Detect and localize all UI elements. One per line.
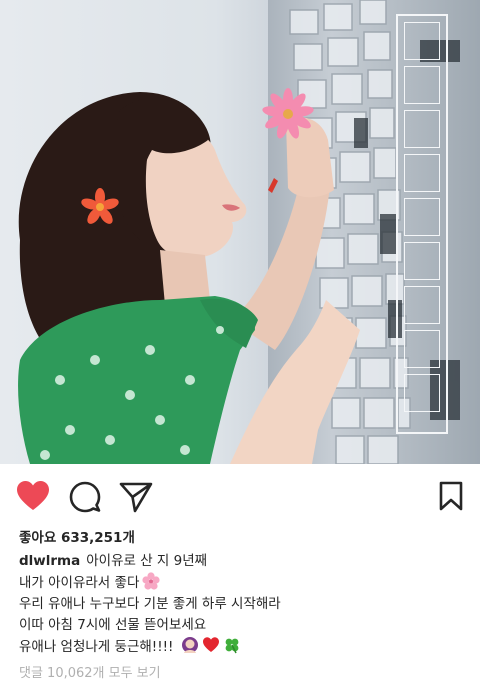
- caption-text: 아이유로 산 지 9년째: [86, 553, 208, 569]
- caption-line-3: 우리 유애나 누구보다 기분 좋게 하루 시작해라: [19, 596, 281, 612]
- red-heart-icon: [202, 637, 219, 652]
- person-emoji-icon: [181, 637, 198, 653]
- likes-count[interactable]: 좋아요 633,251개: [19, 526, 135, 546]
- caption-line-2: 내가 아이유라서 좋다: [19, 572, 469, 594]
- heart-filled-icon[interactable]: [16, 480, 50, 512]
- bookmark-icon[interactable]: [439, 481, 463, 511]
- comment-bubble-icon[interactable]: [69, 481, 101, 513]
- film-strip-frame: [396, 14, 448, 434]
- username-link[interactable]: dlwlrma: [19, 553, 80, 569]
- caption-text: 유애나 엄청나게 둥근해!!!!: [19, 639, 174, 655]
- caption-line-1: dlwlrma 아이유로 산 지 9년째: [19, 551, 469, 572]
- view-all-comments-link[interactable]: 댓글 10,062개 모두 보기: [19, 662, 161, 681]
- post-action-bar: [0, 464, 480, 528]
- four-leaf-clover-icon: [225, 638, 239, 654]
- caption-line-4: 이따 아침 7시에 선물 뜯어보세요: [19, 617, 207, 633]
- post-caption: dlwlrma 아이유로 산 지 9년째 내가 아이유라서 좋다 우리 유애나 누…: [19, 551, 469, 658]
- caption-text: 내가 아이유라서 좋다: [19, 575, 140, 591]
- caption-line-5: 유애나 엄청나게 둥근해!!!!: [19, 636, 469, 658]
- post-photo[interactable]: [0, 0, 480, 464]
- paper-plane-icon[interactable]: [119, 481, 153, 513]
- cherry-blossom-icon: [142, 572, 160, 590]
